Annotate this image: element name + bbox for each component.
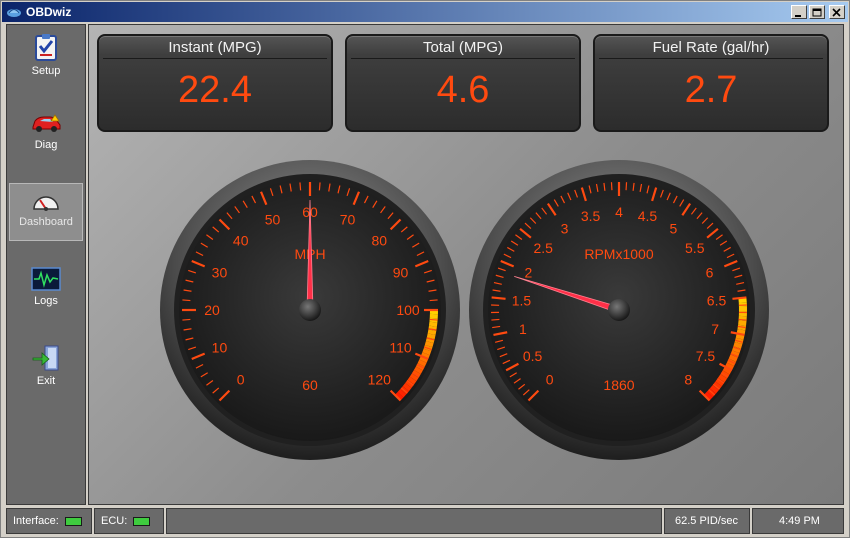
ecu-led-indicator xyxy=(133,516,151,526)
interface-status: Interface: xyxy=(6,508,92,534)
tachometer-hub xyxy=(608,299,630,321)
setup-clipboard-icon xyxy=(35,34,57,61)
rpm-tick-label: 1 xyxy=(519,321,527,337)
sidebar-item-label: Exit xyxy=(36,375,56,387)
rpm-tick-label: 5 xyxy=(670,221,678,237)
maximize-icon xyxy=(812,8,822,17)
speed-tick-label: 100 xyxy=(396,302,420,318)
rpm-tick-mark xyxy=(491,296,506,300)
speed-tick-mark xyxy=(182,318,191,321)
sidebar: Setup Diag Dashboard Logs Exit xyxy=(6,24,86,505)
speed-tick-label: 120 xyxy=(368,371,392,387)
rpm-tick-label: 4 xyxy=(615,204,623,220)
status-bar: Interface: ECU: 62.5 PID/sec 4:49 PM xyxy=(6,508,844,534)
speed-tick-mark xyxy=(299,182,302,191)
rpm-tick-label: 4.5 xyxy=(638,208,658,224)
rpm-tick-mark xyxy=(738,318,747,321)
clock-status: 4:49 PM xyxy=(752,508,844,534)
speedometer-hub xyxy=(299,299,321,321)
pid-rate-status: 62.5 PID/sec xyxy=(664,508,750,534)
speed-tick-mark xyxy=(182,299,191,302)
ecu-status: ECU: xyxy=(94,508,164,534)
app-window: OBDwiz Setup Diag Dashboard Logs Exit In… xyxy=(0,0,850,538)
close-icon xyxy=(832,8,841,17)
rpm-tick-label: 7 xyxy=(711,321,719,337)
speed-redline-segment xyxy=(429,313,438,319)
speed-tick-label: 40 xyxy=(233,233,249,249)
speed-tick-label: 10 xyxy=(212,340,228,356)
rpm-tick-label: 6 xyxy=(706,264,714,280)
rpm-tick-label: 0 xyxy=(546,371,554,387)
interface-led-indicator xyxy=(64,516,82,526)
sidebar-item-label: Dashboard xyxy=(19,216,73,228)
rpm-tick-label: 3 xyxy=(561,221,569,237)
sidebar-item-label: Setup xyxy=(31,65,61,77)
speedometer-gauge: 0102030405060708090100110120 MPH 60 xyxy=(160,160,460,460)
speed-tick-label: 90 xyxy=(393,264,409,280)
sidebar-item-setup[interactable]: Setup xyxy=(9,27,83,85)
tachometer-gauge: 00.5 1 1.5 22.5 3 3.5 4 4.5 5 5.56 6.5 7 7.58 RPMx10… xyxy=(469,160,769,460)
sidebar-item-label: Diag xyxy=(34,139,58,151)
speed-tick-mark xyxy=(429,299,438,302)
sidebar-item-logs[interactable]: Logs xyxy=(9,261,83,319)
minimize-icon xyxy=(795,15,801,17)
pid-rate-text: 62.5 PID/sec xyxy=(675,515,738,527)
sidebar-item-diag[interactable]: Diag xyxy=(9,105,83,163)
rpm-unit-label: RPMx1000 xyxy=(584,246,653,262)
minimize-button[interactable] xyxy=(791,5,807,19)
rpm-tick-label: 1.5 xyxy=(512,292,532,308)
speed-tick-mark xyxy=(429,318,438,321)
rpm-tick-label: 2.5 xyxy=(534,240,554,256)
speed-tick-label: 70 xyxy=(340,211,356,227)
sidebar-item-exit[interactable]: Exit xyxy=(9,339,83,397)
app-logo-icon xyxy=(7,9,21,17)
rpm-tick-label: 6.5 xyxy=(707,292,727,308)
status-message-area xyxy=(166,508,662,534)
rpm-tick-label: 8 xyxy=(684,371,692,387)
dashboard-area: Instant (MPG) 22.4 Total (MPG) 4.6 Fuel … xyxy=(88,24,844,505)
rpm-tick-label: 5.5 xyxy=(685,240,705,256)
speed-tick-label: 50 xyxy=(265,211,281,227)
rpm-tick-label: 3.5 xyxy=(581,208,601,224)
dashboard-gauge-icon xyxy=(33,196,59,211)
speed-tick-label: 20 xyxy=(204,302,220,318)
rpm-tick-mark xyxy=(732,296,747,300)
sidebar-item-dashboard[interactable]: Dashboard xyxy=(9,183,83,241)
exit-door-icon xyxy=(32,345,59,371)
logs-waveform-icon xyxy=(31,267,61,291)
rpm-tick-mark xyxy=(491,318,500,321)
speed-tick-mark xyxy=(318,182,321,191)
gauges-canvas: 0102030405060708090100110120 MPH 60 00.5… xyxy=(160,160,769,460)
sidebar-item-label: Logs xyxy=(34,295,58,307)
clock-text: 4:49 PM xyxy=(779,515,820,527)
car-diag-icon xyxy=(32,114,61,132)
speed-tick-label: 0 xyxy=(237,371,245,387)
rpm-tick-label: 2 xyxy=(525,264,533,280)
close-button[interactable] xyxy=(829,5,845,19)
speed-tick-label: 30 xyxy=(212,264,228,280)
rpm-tick-label: 0.5 xyxy=(523,348,543,364)
speed-readout: 60 xyxy=(302,377,318,393)
ecu-label: ECU: xyxy=(101,515,128,527)
interface-label: Interface: xyxy=(13,515,59,527)
speed-tick-label: 80 xyxy=(372,233,388,249)
maximize-button[interactable] xyxy=(809,5,825,19)
rpm-readout: 1860 xyxy=(603,377,634,393)
window-title: OBDwiz xyxy=(26,5,72,19)
title-bar[interactable]: OBDwiz xyxy=(2,2,848,22)
rpm-redline-segment xyxy=(738,306,747,312)
rpm-tick-label: 7.5 xyxy=(696,348,716,364)
speed-tick-label: 110 xyxy=(389,340,412,356)
